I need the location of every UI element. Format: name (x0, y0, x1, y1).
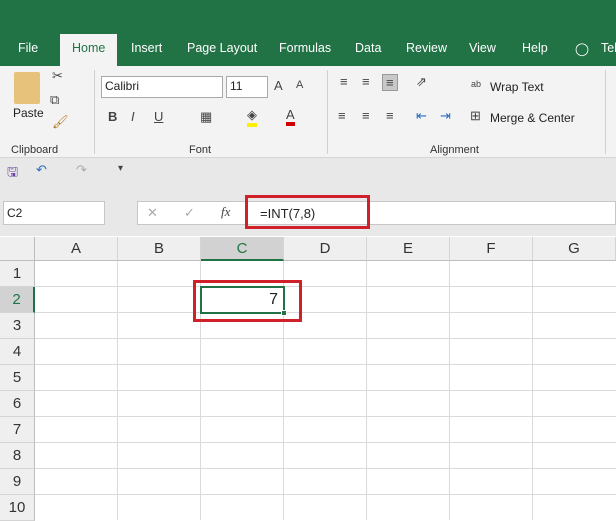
cut-icon[interactable]: ✂ (52, 68, 63, 84)
borders-icon[interactable]: ▦ (200, 109, 212, 125)
bold-button[interactable]: B (108, 109, 117, 124)
middle-align-icon[interactable]: ≡ (362, 74, 370, 89)
row-header-4[interactable]: 4 (0, 339, 35, 365)
row-header-9[interactable]: 9 (0, 469, 35, 495)
orientation-icon[interactable]: ⇗ (416, 74, 427, 90)
tab-formulas[interactable]: Formulas (279, 41, 331, 55)
wrap-text-button[interactable]: Wrap Text (490, 80, 544, 94)
bottom-align-icon[interactable]: ≡ (382, 74, 398, 91)
formula-bar: C2 ✕ ✓ fx =INT(7,8) (0, 188, 616, 236)
align-left-icon[interactable]: ≡ (338, 108, 346, 123)
column-header-b[interactable]: B (118, 237, 201, 261)
column-header-g[interactable]: G (533, 237, 616, 261)
tab-help[interactable]: Help (522, 41, 548, 55)
cancel-icon[interactable]: ✕ (147, 205, 158, 221)
format-painter-icon[interactable]: 🖌 (52, 114, 69, 130)
redo-icon[interactable]: ↷ (76, 162, 87, 178)
column-header-c[interactable]: C (201, 237, 284, 261)
italic-button[interactable]: I (131, 109, 135, 124)
select-all-button[interactable] (0, 237, 35, 261)
fill-color-icon[interactable]: ◈ (247, 107, 257, 127)
font-group-label: Font (189, 144, 212, 156)
align-right-icon[interactable]: ≡ (386, 108, 394, 123)
decrease-indent-icon[interactable]: ⇤ (416, 108, 427, 124)
column-header-e[interactable]: E (367, 237, 450, 261)
tab-page-layout[interactable]: Page Layout (187, 41, 257, 55)
tab-file[interactable]: File (18, 41, 38, 55)
paste-button[interactable]: Paste (13, 106, 44, 120)
formula-highlight-box (245, 195, 370, 229)
undo-icon[interactable]: ↶ (36, 162, 47, 178)
row-header-1[interactable]: 1 (0, 261, 35, 287)
title-bar: File Home Insert Page Layout Formulas Da… (0, 0, 616, 66)
font-size-select[interactable]: 11 (226, 76, 268, 98)
tab-insert[interactable]: Insert (131, 41, 162, 55)
merge-center-button[interactable]: Merge & Center (490, 111, 575, 125)
name-box[interactable]: C2 (3, 201, 105, 225)
quick-access-toolbar: 🖫 ↶ ↷ ▾ (0, 158, 616, 188)
tab-data[interactable]: Data (355, 41, 381, 55)
ribbon: Paste ✂ ⧉ 🖌 Clipboard Calibri 11 A A B I… (0, 66, 616, 158)
formula-area: ✕ ✓ fx =INT(7,8) (137, 201, 616, 225)
row-header-6[interactable]: 6 (0, 391, 35, 417)
row-header-3[interactable]: 3 (0, 313, 35, 339)
row-header-5[interactable]: 5 (0, 365, 35, 391)
copy-icon[interactable]: ⧉ (50, 92, 59, 108)
insert-function-button[interactable]: fx (221, 204, 230, 220)
lightbulb-icon[interactable]: ◯ (575, 41, 589, 56)
paste-icon[interactable] (14, 72, 40, 104)
top-align-icon[interactable]: ≡ (340, 74, 348, 89)
enter-icon[interactable]: ✓ (184, 205, 195, 221)
row-header-2[interactable]: 2 (0, 287, 35, 313)
font-name-select[interactable]: Calibri (101, 76, 223, 98)
align-center-icon[interactable]: ≡ (362, 108, 370, 123)
column-header-a[interactable]: A (35, 237, 118, 261)
row-header-10[interactable]: 10 (0, 495, 35, 521)
row-header-7[interactable]: 7 (0, 417, 35, 443)
increase-font-icon[interactable]: A (274, 78, 283, 93)
column-header-f[interactable]: F (450, 237, 533, 261)
clipboard-group-label: Clipboard (11, 144, 59, 156)
merge-center-icon[interactable]: ⊞ (470, 108, 481, 124)
customize-qat-icon[interactable]: ▾ (118, 163, 123, 174)
increase-indent-icon[interactable]: ⇥ (440, 108, 451, 124)
tab-view[interactable]: View (469, 41, 496, 55)
row-header-8[interactable]: 8 (0, 443, 35, 469)
cell-highlight-box (193, 280, 302, 322)
tab-tell-me[interactable]: Tell me (601, 41, 616, 55)
underline-button[interactable]: U (154, 109, 163, 124)
alignment-group-label: Alignment (430, 144, 479, 156)
decrease-font-icon[interactable]: A (296, 79, 303, 91)
tab-home[interactable]: Home (60, 34, 118, 66)
tab-review[interactable]: Review (406, 41, 447, 55)
column-header-d[interactable]: D (284, 237, 367, 261)
wrap-text-icon[interactable]: ab (471, 79, 481, 89)
save-icon[interactable]: 🖫 (7, 163, 18, 185)
font-color-icon[interactable]: A (286, 107, 295, 126)
